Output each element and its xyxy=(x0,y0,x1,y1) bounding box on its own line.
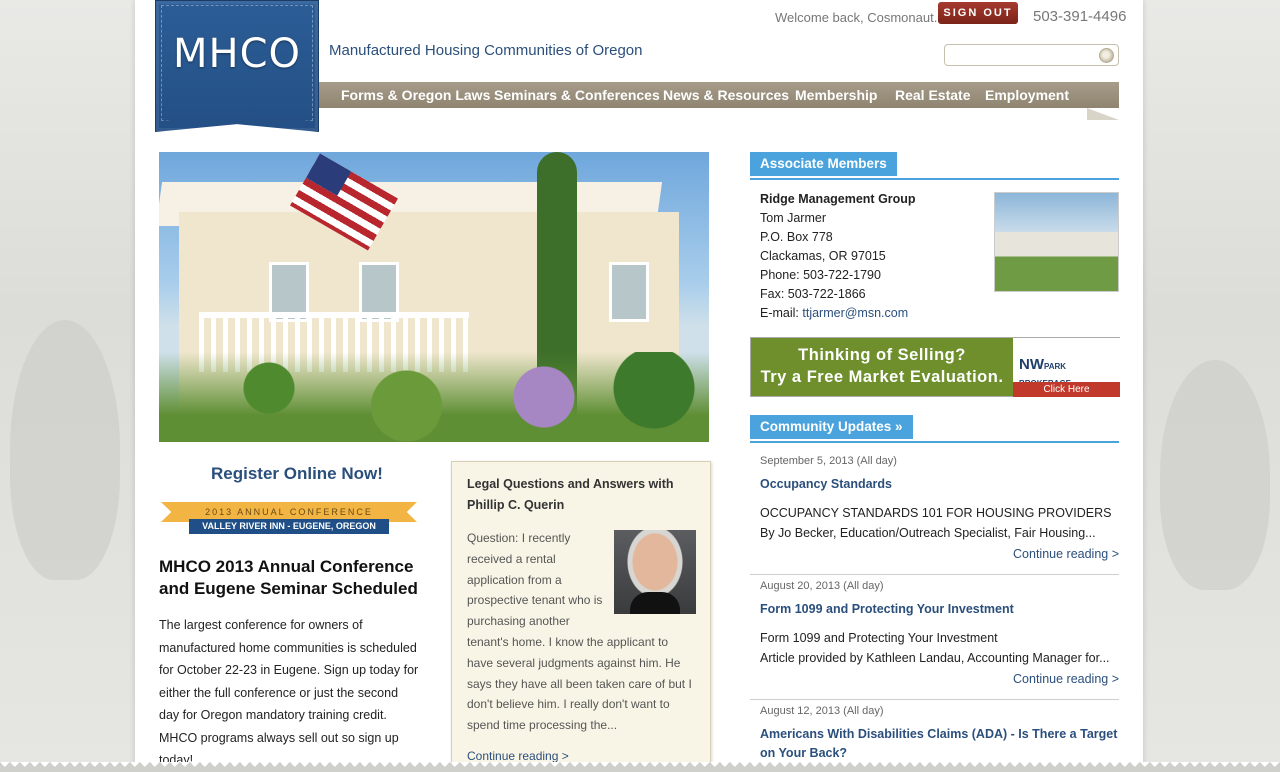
update-divider xyxy=(750,699,1119,700)
update-item: August 12, 2013 (All day) Americans With… xyxy=(760,705,1119,763)
nav-fold-corner xyxy=(1087,108,1119,120)
associate-phone: Phone: 503-722-1790 xyxy=(760,268,881,282)
nav-item-membership[interactable]: Membership xyxy=(795,82,877,108)
search-box xyxy=(944,44,1119,66)
associate-fax: Fax: 503-722-1866 xyxy=(760,287,866,301)
house-window xyxy=(609,262,649,322)
update-date: September 5, 2013 (All day) xyxy=(760,455,897,467)
sign-out-button[interactable]: SIGN OUT xyxy=(938,2,1018,24)
torn-edge-border xyxy=(0,762,1280,772)
associate-company: Ridge Management Group xyxy=(760,192,916,206)
welcome-message: Welcome back, Cosmonaut. xyxy=(775,10,938,25)
nav-item-real-estate[interactable]: Real Estate xyxy=(895,82,970,108)
mhco-logo[interactable]: MHCO xyxy=(155,0,319,132)
garden-plants xyxy=(159,352,709,442)
associate-members-header: Associate Members xyxy=(750,152,1119,180)
site-tagline: Manufactured Housing Communities of Oreg… xyxy=(329,42,643,59)
register-online-link[interactable]: Register Online Now! xyxy=(211,464,383,484)
update-summary: Form 1099 and Protecting Your Investment… xyxy=(760,628,1119,668)
update-summary-line1: OCCUPANCY STANDARDS 101 FOR HOUSING PROV… xyxy=(760,506,1112,520)
search-icon[interactable] xyxy=(1099,48,1114,63)
associate-member-details: Ridge Management Group Tom Jarmer P.O. B… xyxy=(760,190,916,323)
ad-line1: Thinking of Selling? xyxy=(798,346,966,364)
community-updates-header: Community Updates » xyxy=(750,415,1119,443)
associate-email-row: E-mail: ttjarmer@msn.com xyxy=(760,304,916,323)
page-container: MHCO Manufactured Housing Communities of… xyxy=(135,0,1143,772)
associate-members-tab[interactable]: Associate Members xyxy=(750,152,897,176)
associate-member-photo xyxy=(994,192,1119,292)
ad-brand: NW xyxy=(1019,356,1044,373)
main-nav: Forms & Oregon Laws Seminars & Conferenc… xyxy=(319,82,1119,108)
featured-article-body: The largest conference for owners of man… xyxy=(159,618,419,767)
update-summary: OCCUPANCY STANDARDS 101 FOR HOUSING PROV… xyxy=(760,503,1119,543)
featured-article-title[interactable]: MHCO 2013 Annual Conference and Eugene S… xyxy=(159,556,419,600)
associate-address-line2: Clackamas, OR 97015 xyxy=(760,249,886,263)
phone-number: 503-391-4496 xyxy=(1033,8,1127,25)
update-date: August 12, 2013 (All day) xyxy=(760,705,884,717)
legal-qa-body: Question: I recently received a rental a… xyxy=(467,528,697,736)
search-input[interactable] xyxy=(951,46,1091,64)
update-summary-line2: Article provided by Kathleen Landau, Acc… xyxy=(760,651,1110,665)
update-summary-line1: Form 1099 and Protecting Your Investment xyxy=(760,631,998,645)
background-tree xyxy=(1160,360,1270,590)
update-divider xyxy=(750,574,1119,575)
associate-contact: Tom Jarmer xyxy=(760,211,826,225)
update-item: August 20, 2013 (All day) Form 1099 and … xyxy=(760,580,1119,686)
nav-item-forms[interactable]: Forms & Oregon Laws xyxy=(341,82,490,108)
update-title-link[interactable]: Americans With Disabilities Claims (ADA)… xyxy=(760,725,1119,763)
legal-qa-title[interactable]: Legal Questions and Answers with Phillip… xyxy=(467,474,697,516)
hero-photo xyxy=(159,152,709,442)
nav-item-news[interactable]: News & Resources xyxy=(663,82,789,108)
community-updates-tab[interactable]: Community Updates » xyxy=(750,415,913,439)
nw-park-brokerage-ad[interactable]: Thinking of Selling? Try a Free Market E… xyxy=(750,337,1120,397)
update-item: September 5, 2013 (All day) Occupancy St… xyxy=(760,455,1119,561)
background-tree xyxy=(10,320,120,580)
update-continue-reading-link[interactable]: Continue reading > xyxy=(760,547,1119,561)
update-title-link[interactable]: Form 1099 and Protecting Your Investment xyxy=(760,600,1119,619)
associate-address-line1: P.O. Box 778 xyxy=(760,230,833,244)
legal-continue-reading-link[interactable]: Continue reading > xyxy=(467,749,569,763)
associate-email-link[interactable]: ttjarmer@msn.com xyxy=(802,306,908,320)
nav-item-seminars[interactable]: Seminars & Conferences xyxy=(494,82,660,108)
ad-brand-logo: NWPARK BROKERAGE xyxy=(1013,338,1120,388)
nav-item-employment[interactable]: Employment xyxy=(985,82,1069,108)
ad-text: Thinking of Selling? Try a Free Market E… xyxy=(751,344,1013,388)
ad-click-here-button[interactable]: Click Here xyxy=(1013,382,1120,397)
banner-bottom-text: VALLEY RIVER INN - EUGENE, OREGON xyxy=(189,519,389,534)
logo-text: MHCO xyxy=(172,31,301,77)
update-date: August 20, 2013 (All day) xyxy=(760,580,884,592)
ad-line2: Try a Free Market Evaluation. xyxy=(760,368,1004,386)
update-summary-line2: By Jo Becker, Education/Outreach Special… xyxy=(760,526,1096,540)
legal-qa-box: Legal Questions and Answers with Phillip… xyxy=(451,461,711,772)
update-continue-reading-link[interactable]: Continue reading > xyxy=(760,672,1119,686)
update-title-link[interactable]: Occupancy Standards xyxy=(760,475,1119,494)
legal-qa-body-rest: tenant's home. I know the applicant to h… xyxy=(467,634,692,733)
associate-email-label: E-mail: xyxy=(760,306,803,320)
conference-banner[interactable]: 2013 ANNUAL CONFERENCE VALLEY RIVER INN … xyxy=(161,502,417,534)
legal-qa-body-intro: Question: I recently received a rental a… xyxy=(467,531,603,629)
